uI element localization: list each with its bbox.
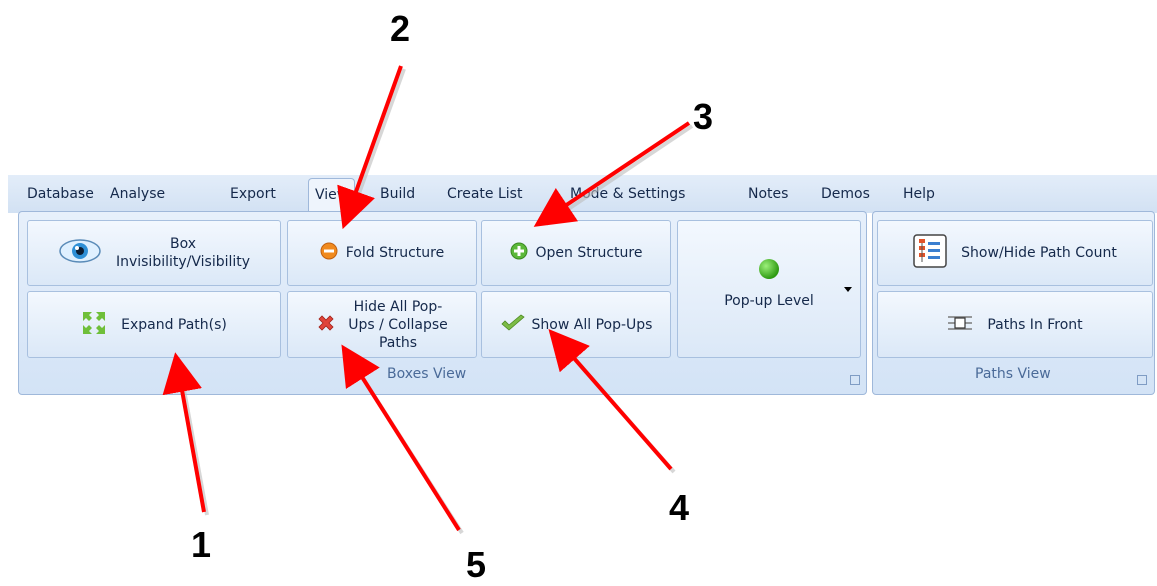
arrow-5	[341, 344, 461, 532]
annotation-arrows	[162, 65, 694, 535]
arrow-1	[162, 352, 206, 513]
callout-5: 5	[466, 544, 487, 585]
arrow-3	[533, 121, 691, 227]
arrow-4	[548, 328, 673, 471]
arrow-2	[337, 65, 403, 230]
callout-4: 4	[669, 487, 690, 528]
callout-2: 2	[390, 8, 411, 49]
callout-1: 1	[191, 524, 212, 565]
callout-3: 3	[693, 96, 714, 137]
